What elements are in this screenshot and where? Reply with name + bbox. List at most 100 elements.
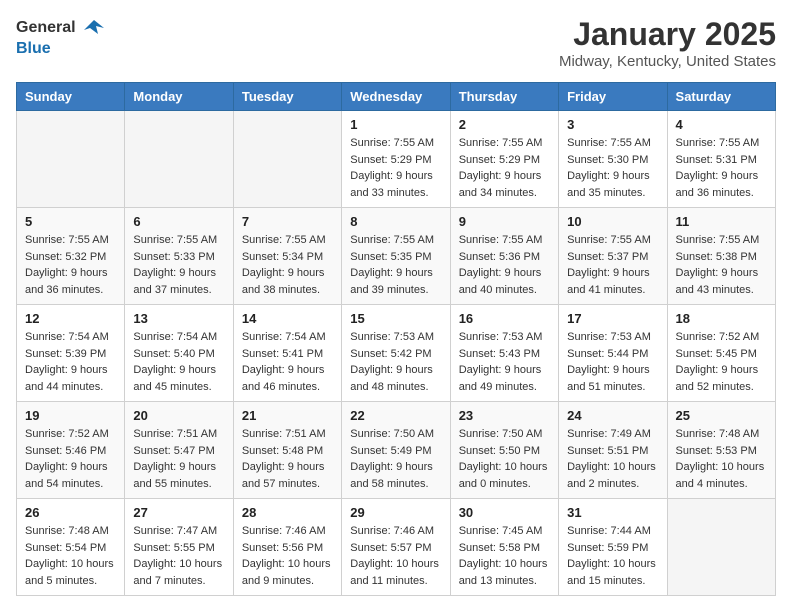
day-info: Sunrise: 7:46 AMSunset: 5:56 PMDaylight:… <box>242 523 333 589</box>
day-cell: 5 Sunrise: 7:55 AMSunset: 5:32 PMDaylight… <box>17 208 125 305</box>
day-info: Sunrise: 7:55 AMSunset: 5:30 PMDaylight:… <box>567 135 658 201</box>
day-info: Sunrise: 7:53 AMSunset: 5:44 PMDaylight:… <box>567 329 658 395</box>
day-number: 4 <box>676 117 767 132</box>
day-number: 14 <box>242 311 333 326</box>
day-cell: 7 Sunrise: 7:55 AMSunset: 5:34 PMDaylight… <box>233 208 341 305</box>
week-row-1: 1 Sunrise: 7:55 AMSunset: 5:29 PMDaylight… <box>17 111 776 208</box>
day-number: 5 <box>25 214 116 229</box>
logo: General Blue <box>16 16 106 58</box>
day-number: 2 <box>459 117 550 132</box>
day-cell: 11Sunrise: 7:55 AMSunset: 5:38 PMDayligh… <box>667 208 775 305</box>
day-number: 13 <box>133 311 224 326</box>
day-info: Sunrise: 7:55 AMSunset: 5:33 PMDaylight:… <box>133 232 224 298</box>
day-cell: 15Sunrise: 7:53 AMSunset: 5:42 PMDayligh… <box>342 305 450 402</box>
day-cell: 12 Sunrise: 7:54 AMSunset: 5:39 PMDayligh… <box>17 305 125 402</box>
day-info: Sunrise: 7:53 AMSunset: 5:43 PMDaylight:… <box>459 329 550 395</box>
day-number: 23 <box>459 408 550 423</box>
day-number: 19 <box>25 408 116 423</box>
day-info: Sunrise: 7:51 AMSunset: 5:47 PMDaylight:… <box>133 426 224 492</box>
logo-bird-icon <box>82 16 106 40</box>
day-cell: 13 Sunrise: 7:54 AMSunset: 5:40 PMDayligh… <box>125 305 233 402</box>
day-info: Sunrise: 7:46 AMSunset: 5:57 PMDaylight:… <box>350 523 441 589</box>
day-number: 29 <box>350 505 441 520</box>
day-info: Sunrise: 7:55 AMSunset: 5:35 PMDaylight:… <box>350 232 441 298</box>
weekday-header-friday: Friday <box>559 83 667 111</box>
location: Midway, Kentucky, United States <box>559 53 776 70</box>
day-cell <box>233 111 341 208</box>
day-cell: 14 Sunrise: 7:54 AMSunset: 5:41 PMDayligh… <box>233 305 341 402</box>
day-info: Sunrise: 7:53 AMSunset: 5:42 PMDaylight:… <box>350 329 441 395</box>
day-number: 20 <box>133 408 224 423</box>
day-number: 16 <box>459 311 550 326</box>
day-cell: 23Sunrise: 7:50 AMSunset: 5:50 PMDayligh… <box>450 402 558 499</box>
day-number: 1 <box>350 117 441 132</box>
day-info: Sunrise: 7:55 AMSunset: 5:37 PMDaylight:… <box>567 232 658 298</box>
day-info: Sunrise: 7:52 AMSunset: 5:45 PMDaylight:… <box>676 329 767 395</box>
day-info: Sunrise: 7:55 AMSunset: 5:34 PMDaylight:… <box>242 232 333 298</box>
day-cell: 6Sunrise: 7:55 AMSunset: 5:33 PMDaylight… <box>125 208 233 305</box>
week-row-3: 12 Sunrise: 7:54 AMSunset: 5:39 PMDayligh… <box>17 305 776 402</box>
day-cell: 22Sunrise: 7:50 AMSunset: 5:49 PMDayligh… <box>342 402 450 499</box>
day-number: 8 <box>350 214 441 229</box>
day-cell <box>17 111 125 208</box>
logo-blue: Blue <box>16 40 51 57</box>
day-number: 10 <box>567 214 658 229</box>
day-number: 18 <box>676 311 767 326</box>
day-cell: 21 Sunrise: 7:51 AMSunset: 5:48 PMDayligh… <box>233 402 341 499</box>
weekday-header-sunday: Sunday <box>17 83 125 111</box>
day-info: Sunrise: 7:50 AMSunset: 5:49 PMDaylight:… <box>350 426 441 492</box>
day-cell: 20 Sunrise: 7:51 AMSunset: 5:47 PMDayligh… <box>125 402 233 499</box>
weekday-header-row: SundayMondayTuesdayWednesdayThursdayFrid… <box>17 83 776 111</box>
logo-general: General <box>16 19 76 36</box>
day-number: 17 <box>567 311 658 326</box>
day-info: Sunrise: 7:54 AMSunset: 5:39 PMDaylight:… <box>25 329 116 395</box>
day-cell <box>125 111 233 208</box>
day-cell: 31Sunrise: 7:44 AMSunset: 5:59 PMDayligh… <box>559 499 667 596</box>
header: General Blue January 2025 Midway, Kentuc… <box>16 16 776 70</box>
day-number: 11 <box>676 214 767 229</box>
day-info: Sunrise: 7:54 AMSunset: 5:40 PMDaylight:… <box>133 329 224 395</box>
day-info: Sunrise: 7:45 AMSunset: 5:58 PMDaylight:… <box>459 523 550 589</box>
day-cell: 30 Sunrise: 7:45 AMSunset: 5:58 PMDayligh… <box>450 499 558 596</box>
title-section: January 2025 Midway, Kentucky, United St… <box>559 16 776 70</box>
day-number: 21 <box>242 408 333 423</box>
day-info: Sunrise: 7:51 AMSunset: 5:48 PMDaylight:… <box>242 426 333 492</box>
day-number: 25 <box>676 408 767 423</box>
day-info: Sunrise: 7:55 AMSunset: 5:29 PMDaylight:… <box>459 135 550 201</box>
day-info: Sunrise: 7:49 AMSunset: 5:51 PMDaylight:… <box>567 426 658 492</box>
day-number: 7 <box>242 214 333 229</box>
day-cell: 17 Sunrise: 7:53 AMSunset: 5:44 PMDayligh… <box>559 305 667 402</box>
day-info: Sunrise: 7:54 AMSunset: 5:41 PMDaylight:… <box>242 329 333 395</box>
calendar-table: SundayMondayTuesdayWednesdayThursdayFrid… <box>16 82 776 596</box>
day-cell <box>667 499 775 596</box>
day-number: 31 <box>567 505 658 520</box>
day-cell: 29 Sunrise: 7:46 AMSunset: 5:57 PMDayligh… <box>342 499 450 596</box>
day-cell: 9Sunrise: 7:55 AMSunset: 5:36 PMDaylight… <box>450 208 558 305</box>
day-cell: 25Sunrise: 7:48 AMSunset: 5:53 PMDayligh… <box>667 402 775 499</box>
day-number: 30 <box>459 505 550 520</box>
day-cell: 16 Sunrise: 7:53 AMSunset: 5:43 PMDayligh… <box>450 305 558 402</box>
day-number: 26 <box>25 505 116 520</box>
day-cell: 26 Sunrise: 7:48 AMSunset: 5:54 PMDayligh… <box>17 499 125 596</box>
day-cell: 27Sunrise: 7:47 AMSunset: 5:55 PMDayligh… <box>125 499 233 596</box>
day-cell: 24Sunrise: 7:49 AMSunset: 5:51 PMDayligh… <box>559 402 667 499</box>
day-info: Sunrise: 7:55 AMSunset: 5:29 PMDaylight:… <box>350 135 441 201</box>
day-cell: 4 Sunrise: 7:55 AMSunset: 5:31 PMDaylight… <box>667 111 775 208</box>
week-row-2: 5 Sunrise: 7:55 AMSunset: 5:32 PMDaylight… <box>17 208 776 305</box>
weekday-header-thursday: Thursday <box>450 83 558 111</box>
week-row-5: 26 Sunrise: 7:48 AMSunset: 5:54 PMDayligh… <box>17 499 776 596</box>
day-number: 27 <box>133 505 224 520</box>
day-cell: 1 Sunrise: 7:55 AMSunset: 5:29 PMDaylight… <box>342 111 450 208</box>
day-cell: 2 Sunrise: 7:55 AMSunset: 5:29 PMDaylight… <box>450 111 558 208</box>
day-cell: 28Sunrise: 7:46 AMSunset: 5:56 PMDayligh… <box>233 499 341 596</box>
weekday-header-monday: Monday <box>125 83 233 111</box>
day-cell: 18 Sunrise: 7:52 AMSunset: 5:45 PMDayligh… <box>667 305 775 402</box>
day-info: Sunrise: 7:48 AMSunset: 5:54 PMDaylight:… <box>25 523 116 589</box>
day-info: Sunrise: 7:55 AMSunset: 5:32 PMDaylight:… <box>25 232 116 298</box>
weekday-header-tuesday: Tuesday <box>233 83 341 111</box>
day-cell: 10 Sunrise: 7:55 AMSunset: 5:37 PMDayligh… <box>559 208 667 305</box>
day-info: Sunrise: 7:55 AMSunset: 5:31 PMDaylight:… <box>676 135 767 201</box>
weekday-header-saturday: Saturday <box>667 83 775 111</box>
day-number: 12 <box>25 311 116 326</box>
day-cell: 8 Sunrise: 7:55 AMSunset: 5:35 PMDaylight… <box>342 208 450 305</box>
